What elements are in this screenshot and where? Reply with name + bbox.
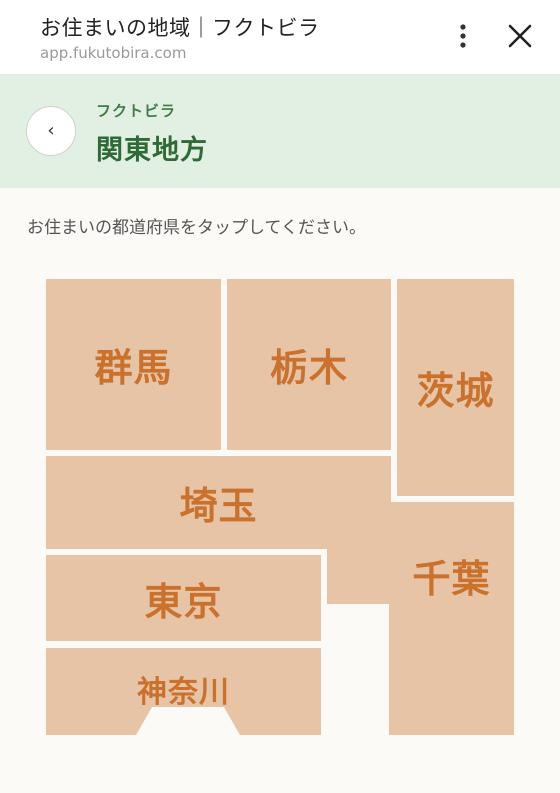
prefecture-kanagawa-label-wrap[interactable]: 神奈川: [46, 660, 321, 718]
prefecture-label: 神奈川: [137, 675, 230, 710]
